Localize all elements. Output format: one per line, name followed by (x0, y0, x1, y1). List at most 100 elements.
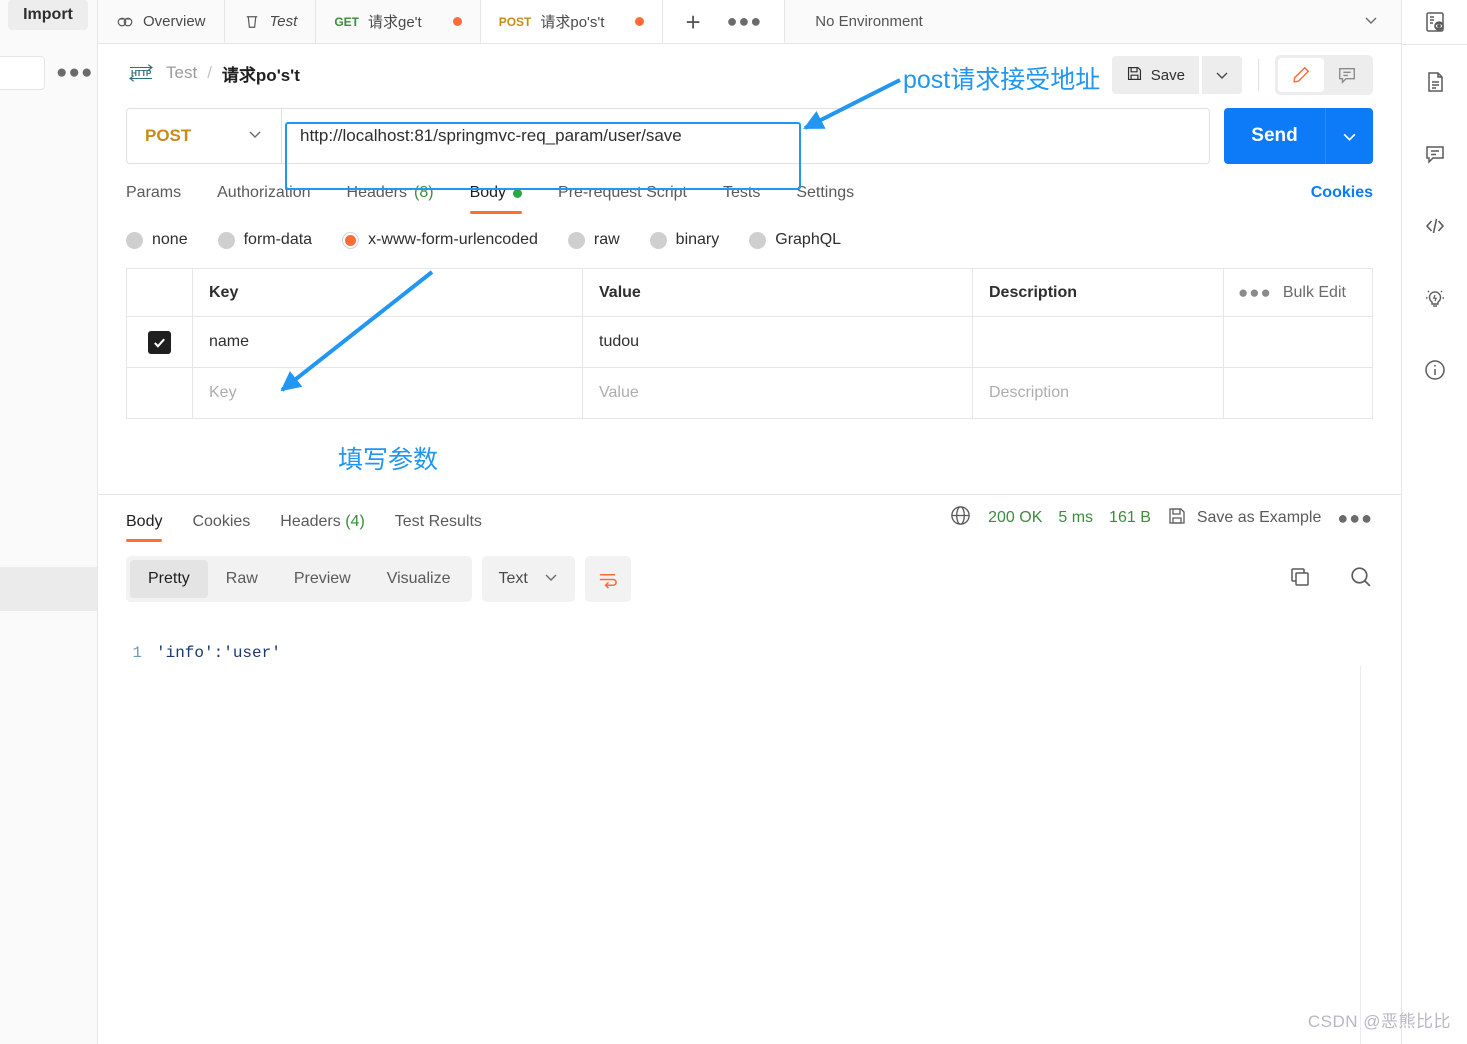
floppy-disk-icon (1126, 65, 1143, 86)
send-button[interactable]: Send (1224, 108, 1325, 164)
breadcrumb-request-name[interactable]: 请求po's't (222, 61, 300, 86)
viewer-mode-preview[interactable]: Preview (276, 560, 369, 598)
comments-icon[interactable] (1419, 138, 1451, 170)
header-divider (1258, 59, 1259, 91)
radio-selected-icon (342, 231, 360, 249)
chevron-down-icon (543, 569, 559, 590)
code-vertical-rule (1360, 666, 1361, 1044)
response-format-select[interactable]: Text (482, 556, 575, 602)
tab-request-get[interactable]: GET 请求ge't (316, 0, 481, 43)
radio-label: raw (593, 231, 620, 248)
tab-settings[interactable]: Settings (796, 184, 854, 214)
environment-selector[interactable]: No Environment (785, 0, 1401, 43)
new-row-key-input[interactable]: Key (193, 368, 582, 418)
breadcrumb-collection[interactable]: Test (166, 63, 197, 83)
environment-quick-look-icon[interactable] (1419, 6, 1451, 38)
radio-icon (126, 231, 143, 249)
row-value-input[interactable]: tudou (583, 317, 972, 367)
code-snippet-icon[interactable] (1419, 210, 1451, 242)
tab-label: Cookies (192, 513, 251, 530)
sidebar-more-icon[interactable]: ●●● (56, 63, 93, 82)
tab-overview[interactable]: Overview (98, 0, 225, 43)
column-header-key: Key (209, 283, 239, 301)
body-type-urlencoded[interactable]: x-www-form-urlencoded (342, 231, 538, 249)
line-content: 'info':'user' (156, 644, 281, 662)
save-button-label: Save (1150, 66, 1185, 84)
postman-window: Import ●●● Overview Test GET 请求ge't POST… (0, 0, 1467, 1044)
viewer-mode-visualize[interactable]: Visualize (369, 560, 469, 598)
tab-headers[interactable]: Headers (8) (347, 184, 434, 214)
response-tab-test-results[interactable]: Test Results (395, 502, 482, 542)
floppy-disk-icon (1167, 506, 1187, 531)
tab-method-badge: POST (498, 14, 532, 29)
globe-icon[interactable] (949, 504, 972, 532)
radio-label: form-data (243, 231, 313, 248)
request-header: HTTP Test / 请求po's't Save (98, 44, 1401, 102)
url-input[interactable]: http://localhost:81/springmvc-req_param/… (282, 108, 1210, 164)
tab-label: Body (469, 184, 507, 201)
tab-label: Pre-request Script (558, 184, 687, 201)
search-icon[interactable] (1348, 564, 1373, 594)
tab-params[interactable]: Params (126, 184, 181, 214)
row-checkbox[interactable] (148, 330, 171, 354)
response-tab-body[interactable]: Body (126, 502, 163, 542)
body-type-radio-group: none form-data x-www-form-urlencoded raw… (98, 231, 1401, 249)
tab-more-icon[interactable]: ●●● (727, 11, 763, 32)
viewer-mode-pretty[interactable]: Pretty (130, 560, 208, 598)
bulk-edit-button[interactable]: Bulk Edit (1283, 284, 1346, 302)
tab-label: Test Results (394, 513, 482, 530)
tab-body[interactable]: Body (469, 184, 523, 214)
response-status: 200 OK (988, 509, 1043, 526)
unsaved-indicator-icon (452, 17, 462, 26)
sidebar-selected-item[interactable] (0, 567, 97, 611)
tab-tests[interactable]: Tests (723, 184, 760, 214)
sidebar-search-input[interactable] (0, 56, 45, 90)
import-button[interactable]: Import (8, 0, 88, 30)
pencil-icon[interactable] (1278, 58, 1324, 92)
viewer-mode-raw[interactable]: Raw (208, 560, 276, 598)
response-tab-cookies[interactable]: Cookies (192, 502, 250, 542)
response-tab-headers[interactable]: Headers (4) (280, 502, 365, 542)
chevron-down-icon (247, 126, 263, 146)
tab-test[interactable]: Test (224, 0, 317, 43)
comment-icon[interactable] (1324, 58, 1370, 92)
documentation-icon[interactable] (1419, 66, 1451, 98)
send-options-button[interactable] (1325, 108, 1373, 164)
body-type-binary[interactable]: binary (649, 231, 719, 249)
lightbulb-icon[interactable] (1419, 282, 1451, 314)
tab-bar: Overview Test GET 请求ge't POST 请求po's't +… (98, 0, 1401, 44)
body-type-raw[interactable]: raw (567, 231, 620, 249)
radio-icon (749, 231, 767, 249)
table-row: name tudou (127, 317, 1372, 368)
row-description-input[interactable] (973, 317, 1223, 367)
save-button[interactable]: Save (1111, 56, 1199, 94)
request-pane: HTTP Test / 请求po's't Save POST http://lo… (98, 44, 1401, 1044)
tab-label: Authorization (217, 184, 311, 201)
params-table: Key Value Description ●●● Bulk Edit name… (126, 268, 1373, 419)
tab-request-post[interactable]: POST 请求po's't (480, 0, 664, 43)
table-header-row: Key Value Description ●●● Bulk Edit (127, 269, 1372, 317)
response-more-icon[interactable]: ●●● (1337, 508, 1373, 529)
body-type-none[interactable]: none (126, 231, 188, 249)
body-type-graphql[interactable]: GraphQL (749, 231, 841, 249)
cookies-link[interactable]: Cookies (1311, 184, 1373, 202)
tab-label: Overview (143, 13, 206, 30)
body-type-form-data[interactable]: form-data (217, 231, 313, 249)
tab-label: Body (126, 513, 163, 530)
new-row-value-input[interactable]: Value (583, 368, 972, 418)
http-method-select[interactable]: POST (126, 108, 282, 164)
new-row-description-input[interactable]: Description (973, 368, 1223, 418)
row-key-input[interactable]: name (193, 317, 582, 367)
info-icon[interactable] (1419, 354, 1451, 386)
tab-authorization[interactable]: Authorization (217, 184, 310, 214)
new-tab-button[interactable]: + (685, 9, 700, 35)
response-viewer-actions (1288, 564, 1373, 594)
response-meta: 200 OK 5 ms 161 B Save as Example ●●● (949, 504, 1373, 532)
table-more-icon[interactable]: ●●● (1238, 283, 1272, 303)
save-as-example-button[interactable]: Save as Example (1167, 506, 1321, 531)
response-body-viewer[interactable]: 1 'info':'user' (98, 644, 1401, 1044)
word-wrap-icon[interactable] (584, 556, 631, 602)
save-options-button[interactable] (1202, 56, 1242, 94)
copy-icon[interactable] (1288, 565, 1312, 594)
tab-pre-request-script[interactable]: Pre-request Script (558, 184, 687, 214)
